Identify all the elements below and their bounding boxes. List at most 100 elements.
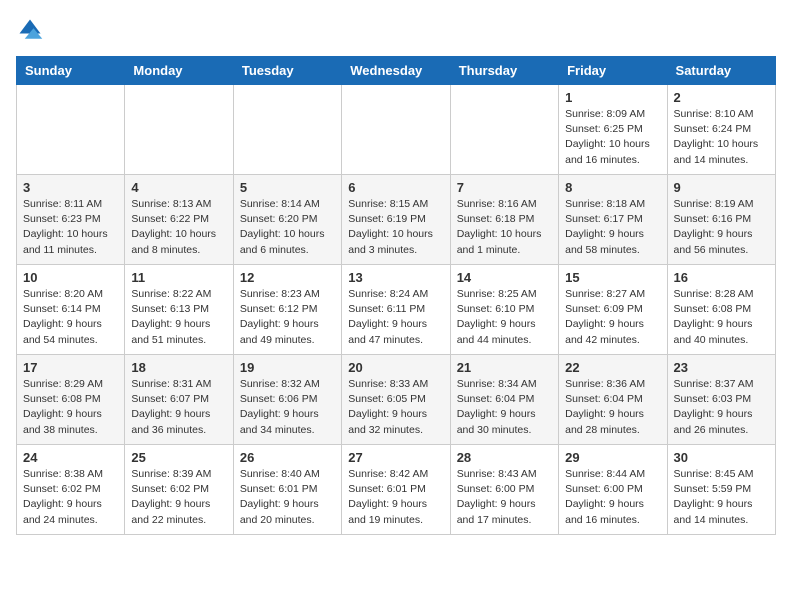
day-info: Sunrise: 8:19 AM Sunset: 6:16 PM Dayligh…: [674, 197, 769, 258]
day-number: 28: [457, 450, 552, 465]
day-info: Sunrise: 8:14 AM Sunset: 6:20 PM Dayligh…: [240, 197, 335, 258]
weekday-header-friday: Friday: [559, 57, 667, 85]
day-info: Sunrise: 8:34 AM Sunset: 6:04 PM Dayligh…: [457, 377, 552, 438]
calendar-cell: 13Sunrise: 8:24 AM Sunset: 6:11 PM Dayli…: [342, 265, 450, 355]
calendar-cell: 6 Sunrise: 8:15 AM Sunset: 6:19 PM Daylig…: [342, 175, 450, 265]
calendar-cell: 20 Sunrise: 8:33 AM Sunset: 6:05 PM Dayli…: [342, 355, 450, 445]
day-info: Sunrise: 8:25 AM Sunset: 6:10 PM Dayligh…: [457, 287, 552, 348]
day-number: 11: [131, 270, 226, 285]
weekday-header-saturday: Saturday: [667, 57, 775, 85]
day-info: Sunrise: 8:18 AM Sunset: 6:17 PM Dayligh…: [565, 197, 660, 258]
calendar-table: SundayMondayTuesdayWednesdayThursdayFrid…: [16, 56, 776, 535]
day-number: 14: [457, 270, 552, 285]
calendar-cell: 1 Sunrise: 8:09 AM Sunset: 6:25 PM Daylig…: [559, 85, 667, 175]
calendar-cell: 23 Sunrise: 8:37 AM Sunset: 6:03 PM Dayli…: [667, 355, 775, 445]
logo-icon: [16, 16, 44, 44]
calendar-cell: 18 Sunrise: 8:31 AM Sunset: 6:07 PM Dayli…: [125, 355, 233, 445]
day-info: Sunrise: 8:37 AM Sunset: 6:03 PM Dayligh…: [674, 377, 769, 438]
calendar-cell: 12 Sunrise: 8:23 AM Sunset: 6:12 PM Dayli…: [233, 265, 341, 355]
day-info: Sunrise: 8:40 AM Sunset: 6:01 PM Dayligh…: [240, 467, 335, 528]
day-number: 21: [457, 360, 552, 375]
calendar-week-3: 10 Sunrise: 8:20 AM Sunset: 6:14 PM Dayli…: [17, 265, 776, 355]
day-number: 15: [565, 270, 660, 285]
calendar-cell: 30Sunrise: 8:45 AM Sunset: 5:59 PM Dayli…: [667, 445, 775, 535]
day-info: Sunrise: 8:44 AM Sunset: 6:00 PM Dayligh…: [565, 467, 660, 528]
day-info: Sunrise: 8:23 AM Sunset: 6:12 PM Dayligh…: [240, 287, 335, 348]
day-number: 10: [23, 270, 118, 285]
calendar-cell: 14 Sunrise: 8:25 AM Sunset: 6:10 PM Dayli…: [450, 265, 558, 355]
day-info: Sunrise: 8:36 AM Sunset: 6:04 PM Dayligh…: [565, 377, 660, 438]
page-header: [16, 16, 776, 44]
weekday-header-thursday: Thursday: [450, 57, 558, 85]
day-number: 20: [348, 360, 443, 375]
day-number: 13: [348, 270, 443, 285]
calendar-week-4: 17 Sunrise: 8:29 AM Sunset: 6:08 PM Dayli…: [17, 355, 776, 445]
weekday-header-tuesday: Tuesday: [233, 57, 341, 85]
calendar-cell: 27Sunrise: 8:42 AM Sunset: 6:01 PM Dayli…: [342, 445, 450, 535]
day-number: 25: [131, 450, 226, 465]
day-info: Sunrise: 8:38 AM Sunset: 6:02 PM Dayligh…: [23, 467, 118, 528]
calendar-cell: 19Sunrise: 8:32 AM Sunset: 6:06 PM Dayli…: [233, 355, 341, 445]
calendar-cell: 24 Sunrise: 8:38 AM Sunset: 6:02 PM Dayli…: [17, 445, 125, 535]
day-number: 17: [23, 360, 118, 375]
calendar-cell: 11 Sunrise: 8:22 AM Sunset: 6:13 PM Dayli…: [125, 265, 233, 355]
day-number: 6: [348, 180, 443, 195]
day-info: Sunrise: 8:29 AM Sunset: 6:08 PM Dayligh…: [23, 377, 118, 438]
calendar-cell: 9 Sunrise: 8:19 AM Sunset: 6:16 PM Daylig…: [667, 175, 775, 265]
calendar-cell: 26 Sunrise: 8:40 AM Sunset: 6:01 PM Dayli…: [233, 445, 341, 535]
calendar-cell: [17, 85, 125, 175]
day-info: Sunrise: 8:10 AM Sunset: 6:24 PM Dayligh…: [674, 107, 769, 168]
calendar-cell: 8Sunrise: 8:18 AM Sunset: 6:17 PM Daylig…: [559, 175, 667, 265]
day-info: Sunrise: 8:11 AM Sunset: 6:23 PM Dayligh…: [23, 197, 118, 258]
calendar-cell: [233, 85, 341, 175]
calendar-header-row: SundayMondayTuesdayWednesdayThursdayFrid…: [17, 57, 776, 85]
day-number: 16: [674, 270, 769, 285]
calendar-cell: 28 Sunrise: 8:43 AM Sunset: 6:00 PM Dayli…: [450, 445, 558, 535]
calendar-week-2: 3 Sunrise: 8:11 AM Sunset: 6:23 PM Daylig…: [17, 175, 776, 265]
day-info: Sunrise: 8:43 AM Sunset: 6:00 PM Dayligh…: [457, 467, 552, 528]
day-number: 2: [674, 90, 769, 105]
day-info: Sunrise: 8:45 AM Sunset: 5:59 PM Dayligh…: [674, 467, 769, 528]
day-number: 26: [240, 450, 335, 465]
calendar-cell: 10 Sunrise: 8:20 AM Sunset: 6:14 PM Dayli…: [17, 265, 125, 355]
day-info: Sunrise: 8:32 AM Sunset: 6:06 PM Dayligh…: [240, 377, 335, 438]
calendar-cell: 22 Sunrise: 8:36 AM Sunset: 6:04 PM Dayli…: [559, 355, 667, 445]
day-info: Sunrise: 8:22 AM Sunset: 6:13 PM Dayligh…: [131, 287, 226, 348]
calendar-cell: 3 Sunrise: 8:11 AM Sunset: 6:23 PM Daylig…: [17, 175, 125, 265]
weekday-header-sunday: Sunday: [17, 57, 125, 85]
day-number: 22: [565, 360, 660, 375]
day-number: 4: [131, 180, 226, 195]
day-number: 3: [23, 180, 118, 195]
day-number: 9: [674, 180, 769, 195]
calendar-week-5: 24 Sunrise: 8:38 AM Sunset: 6:02 PM Dayli…: [17, 445, 776, 535]
calendar-cell: 29 Sunrise: 8:44 AM Sunset: 6:00 PM Dayli…: [559, 445, 667, 535]
day-info: Sunrise: 8:42 AM Sunset: 6:01 PM Dayligh…: [348, 467, 443, 528]
day-info: Sunrise: 8:16 AM Sunset: 6:18 PM Dayligh…: [457, 197, 552, 258]
calendar-cell: 7 Sunrise: 8:16 AM Sunset: 6:18 PM Daylig…: [450, 175, 558, 265]
day-number: 12: [240, 270, 335, 285]
day-number: 18: [131, 360, 226, 375]
day-info: Sunrise: 8:09 AM Sunset: 6:25 PM Dayligh…: [565, 107, 660, 168]
day-info: Sunrise: 8:31 AM Sunset: 6:07 PM Dayligh…: [131, 377, 226, 438]
day-info: Sunrise: 8:28 AM Sunset: 6:08 PM Dayligh…: [674, 287, 769, 348]
weekday-header-wednesday: Wednesday: [342, 57, 450, 85]
calendar-cell: 2 Sunrise: 8:10 AM Sunset: 6:24 PM Daylig…: [667, 85, 775, 175]
day-info: Sunrise: 8:39 AM Sunset: 6:02 PM Dayligh…: [131, 467, 226, 528]
calendar-cell: 25 Sunrise: 8:39 AM Sunset: 6:02 PM Dayli…: [125, 445, 233, 535]
calendar-cell: [342, 85, 450, 175]
calendar-cell: 21 Sunrise: 8:34 AM Sunset: 6:04 PM Dayli…: [450, 355, 558, 445]
day-number: 29: [565, 450, 660, 465]
day-number: 7: [457, 180, 552, 195]
calendar-week-1: 1 Sunrise: 8:09 AM Sunset: 6:25 PM Daylig…: [17, 85, 776, 175]
day-number: 23: [674, 360, 769, 375]
day-number: 1: [565, 90, 660, 105]
day-info: Sunrise: 8:33 AM Sunset: 6:05 PM Dayligh…: [348, 377, 443, 438]
day-info: Sunrise: 8:27 AM Sunset: 6:09 PM Dayligh…: [565, 287, 660, 348]
day-number: 5: [240, 180, 335, 195]
day-info: Sunrise: 8:15 AM Sunset: 6:19 PM Dayligh…: [348, 197, 443, 258]
weekday-header-monday: Monday: [125, 57, 233, 85]
calendar-cell: [450, 85, 558, 175]
day-number: 24: [23, 450, 118, 465]
calendar-cell: 17 Sunrise: 8:29 AM Sunset: 6:08 PM Dayli…: [17, 355, 125, 445]
day-info: Sunrise: 8:20 AM Sunset: 6:14 PM Dayligh…: [23, 287, 118, 348]
